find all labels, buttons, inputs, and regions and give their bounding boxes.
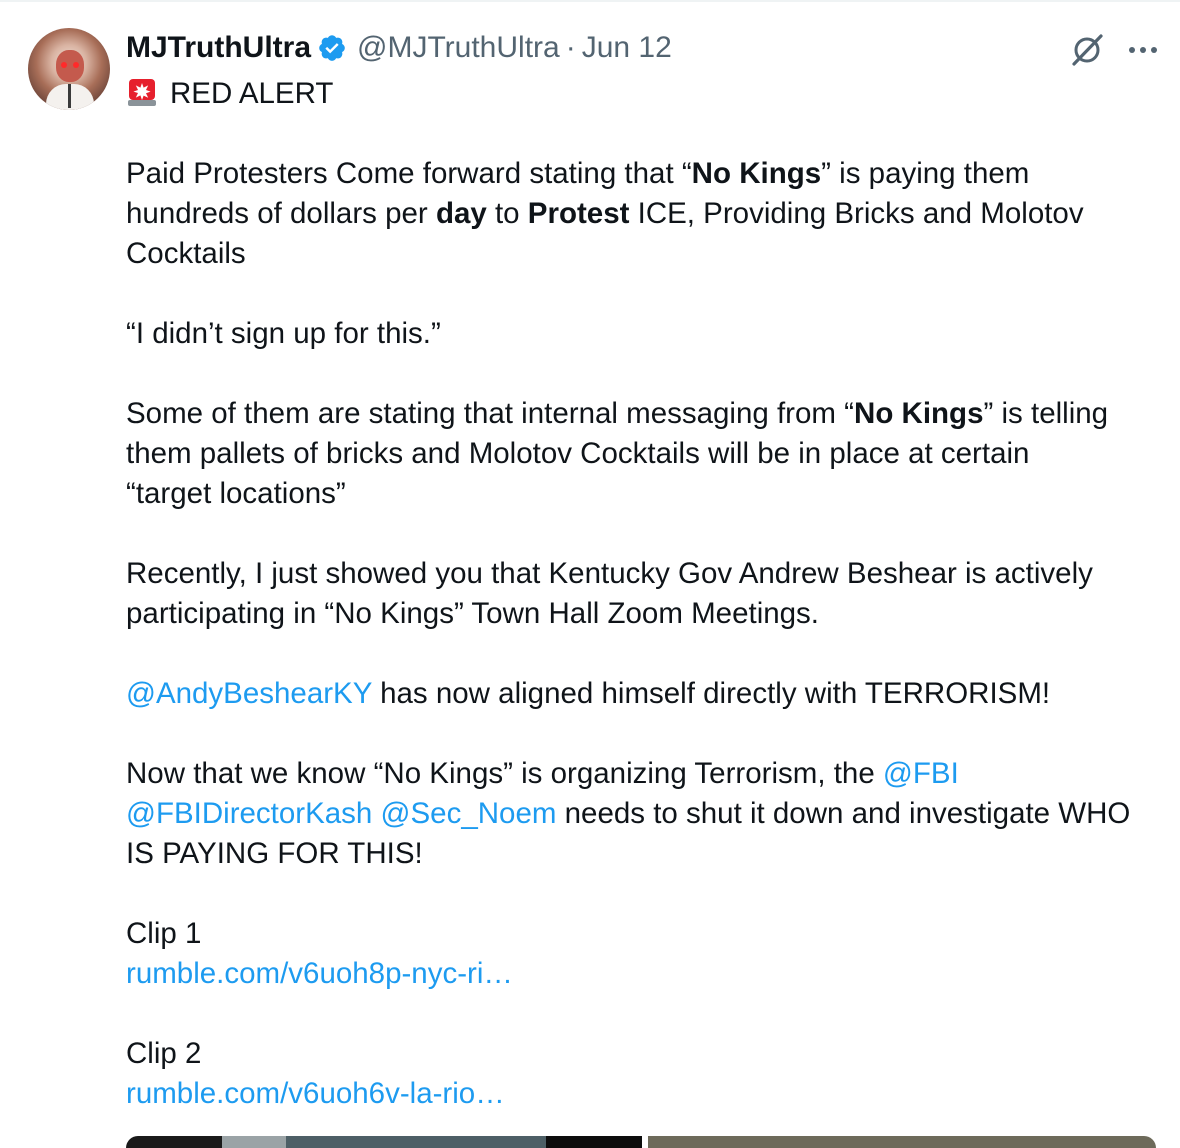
text-span: Some of them are stating that internal m… [126, 397, 855, 430]
more-options-icon[interactable] [1124, 34, 1162, 66]
paragraph-line: IS PAYING FOR THIS! [126, 834, 1170, 874]
avatar-eye-left [61, 62, 67, 68]
alert-label: RED ALERT [170, 77, 334, 110]
grok-icon[interactable] [1068, 32, 1108, 68]
alert-line: RED ALERT [126, 74, 1170, 114]
post-date[interactable]: Jun 12 [582, 31, 672, 65]
paragraph-line: Recently, I just showed you that Kentuck… [126, 554, 1170, 594]
paragraph-line: rumble.com/v6uoh8p-nyc-ri… [126, 954, 1170, 994]
paragraph-line: them pallets of bricks and Molotov Cockt… [126, 434, 1170, 474]
mention-andybeshearky[interactable]: @AndyBeshearKY [126, 677, 372, 710]
text-span: “target locations” [126, 477, 346, 510]
post[interactable]: MJTruthUltra @MJTruthUltra · Jun 12 RED … [0, 0, 1180, 1148]
bold-span: No Kings [854, 397, 984, 430]
clip-2-label: Clip 2 [126, 1037, 202, 1070]
paragraph-line: Paid Protesters Come forward stating tha… [126, 154, 1170, 194]
media-image-2[interactable] [648, 1136, 1156, 1148]
paragraph-line: Clip 2 [126, 1034, 1170, 1074]
text-span [372, 797, 380, 830]
mention-fbi[interactable]: @FBI [883, 757, 959, 790]
text-span: participating in “No Kings” Town Hall Zo… [126, 597, 820, 630]
mention-sec-noem[interactable]: @Sec_Noem [381, 797, 557, 830]
text-span: Cocktails [126, 237, 246, 270]
paragraph-line: “target locations” [126, 474, 1170, 514]
paragraph-line: rumble.com/v6uoh6v-la-rio… [126, 1074, 1170, 1114]
clip-1-label: Clip 1 [126, 917, 202, 950]
text-span: needs to shut it down and investigate WH… [556, 797, 1131, 830]
quote-text: “I didn’t sign up for this.” [126, 317, 441, 350]
text-span: has now aligned himself directly with TE… [371, 677, 1051, 710]
text-span: hundreds of dollars per [126, 197, 436, 230]
text-span: IS PAYING FOR THIS! [126, 837, 423, 870]
separator-dot: · [565, 31, 576, 64]
paragraph-line: Clip 1 [126, 914, 1170, 954]
text-span: ICE, Providing Bricks and Molotov [629, 197, 1084, 230]
avatar-lanyard [68, 84, 71, 108]
text-span: Recently, I just showed you that Kentuck… [126, 557, 1093, 590]
text-span: Now that we know “No Kings” is organizin… [126, 757, 883, 790]
mention-fbidirectorkash[interactable]: @FBIDirectorKash [126, 797, 372, 830]
text-span: Paid Protesters Come forward stating tha… [126, 157, 692, 190]
media-preview[interactable] [126, 1136, 1156, 1148]
author-name[interactable]: MJTruthUltra [126, 31, 311, 65]
bold-span: day [435, 197, 487, 230]
text-span: ” is telling [983, 397, 1109, 430]
clip-1-link[interactable]: rumble.com/v6uoh8p-nyc-ri… [126, 957, 513, 990]
post-header: MJTruthUltra @MJTruthUltra · Jun 12 [126, 28, 672, 68]
avatar[interactable] [28, 28, 110, 110]
paragraph-line: hundreds of dollars per day to Protest I… [126, 194, 1170, 234]
verified-badge-icon[interactable] [317, 33, 347, 63]
avatar-eye-right [73, 62, 79, 68]
text-span: to [486, 197, 528, 230]
media-image-1-strip[interactable] [286, 1136, 546, 1148]
post-text: RED ALERT Paid Protesters Come forward s… [126, 74, 1170, 1114]
paragraph-line: Now that we know “No Kings” is organizin… [126, 754, 1170, 794]
media-image-1-strip[interactable] [222, 1136, 286, 1148]
text-span: ” is paying them [821, 157, 1030, 190]
bold-span: No Kings [691, 157, 822, 190]
paragraph-line: “I didn’t sign up for this.” [126, 314, 1170, 354]
bold-span: Protest [527, 197, 630, 230]
text-span: them pallets of bricks and Molotov Cockt… [126, 437, 1030, 470]
paragraph-line: @AndyBeshearKY has now aligned himself d… [126, 674, 1170, 714]
clip-2-link[interactable]: rumble.com/v6uoh6v-la-rio… [126, 1077, 505, 1110]
media-image-1-strip[interactable] [126, 1136, 222, 1148]
police-light-emoji [128, 79, 156, 106]
paragraph-line: Some of them are stating that internal m… [126, 394, 1170, 434]
media-image-1-strip[interactable] [546, 1136, 642, 1148]
paragraph-line: Cocktails [126, 234, 1170, 274]
paragraph-line: @FBIDirectorKash @Sec_Noem needs to shut… [126, 794, 1170, 834]
author-handle[interactable]: @MJTruthUltra [357, 31, 560, 65]
paragraph-line: participating in “No Kings” Town Hall Zo… [126, 594, 1170, 634]
